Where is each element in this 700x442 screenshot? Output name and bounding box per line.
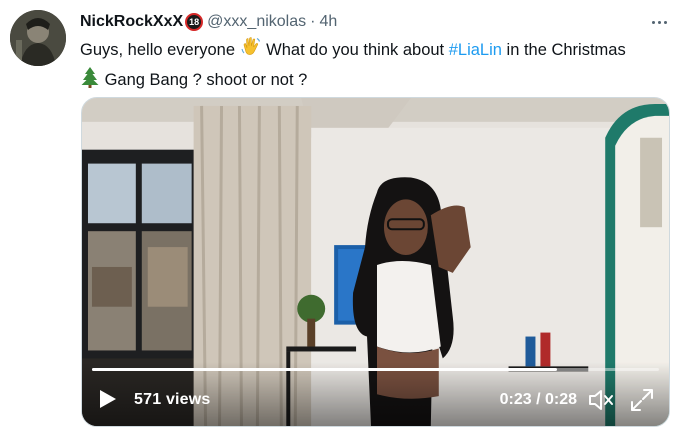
more-options-icon[interactable] [649, 12, 669, 32]
muted-speaker-icon [589, 390, 613, 410]
video-controls: 571 views 0:23 / 0:28 [82, 362, 669, 426]
tweet: NickRockXxX 18 @xxx_nikolas · 4h Guys, h… [0, 0, 700, 442]
hashtag-link[interactable]: #LiaLin [449, 41, 502, 59]
video-player[interactable]: 571 views 0:23 / 0:28 [81, 97, 670, 427]
fullscreen-button[interactable] [629, 387, 655, 413]
display-name[interactable]: NickRockXxX [80, 13, 183, 31]
fullscreen-icon [631, 389, 653, 411]
adult-18-icon: 18 [185, 13, 204, 31]
tweet-timestamp[interactable]: 4h [319, 13, 337, 31]
separator-dot: · [310, 13, 316, 30]
waving-hand-icon [240, 36, 262, 66]
tweet-text-part: Gang Bang ? shoot or not ? [100, 71, 308, 89]
tweet-text-part: in the Christmas [501, 41, 626, 59]
user-handle[interactable]: @xxx_nikolas [207, 13, 306, 31]
avatar[interactable] [10, 10, 66, 66]
view-count: 571 views [134, 391, 211, 408]
tweet-text-part: Guys, hello everyone [80, 41, 240, 59]
mute-button[interactable] [587, 387, 615, 413]
progress-bar[interactable] [92, 368, 659, 371]
progress-fill [92, 368, 557, 371]
tweet-text-part: What do you think about [261, 41, 449, 59]
play-icon [100, 390, 116, 408]
tweet-text: Guys, hello everyone What do you think a… [80, 36, 680, 96]
video-timecode: 0:23 / 0:28 [499, 391, 577, 408]
play-button[interactable] [94, 386, 120, 412]
tweet-header: NickRockXxX 18 @xxx_nikolas · 4h [80, 11, 660, 33]
christmas-tree-icon [80, 66, 100, 96]
